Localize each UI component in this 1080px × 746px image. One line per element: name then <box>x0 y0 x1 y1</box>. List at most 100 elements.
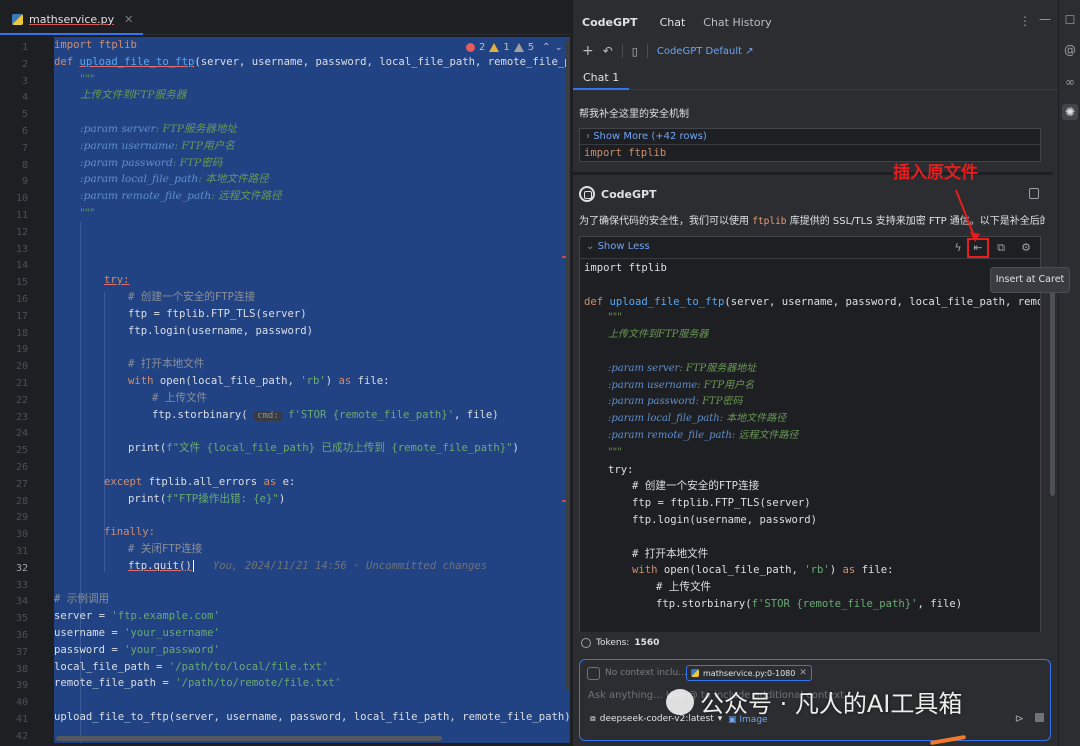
codegpt-tool-icon[interactable]: ✺ <box>1062 104 1078 120</box>
editor-vertical-scrollbar[interactable] <box>566 40 570 690</box>
line-number[interactable]: 1 <box>0 40 28 56</box>
notifications-icon[interactable]: ☐ <box>1062 12 1078 28</box>
line-number[interactable]: 35 <box>0 611 28 627</box>
tab-chat-history[interactable]: Chat History <box>703 16 771 29</box>
code-line: ftp.login(username, password) <box>632 514 817 526</box>
line-number[interactable]: 39 <box>0 678 28 694</box>
line-number[interactable]: 24 <box>0 426 28 442</box>
tab-chat[interactable]: Chat <box>660 16 686 29</box>
copy-message-icon[interactable] <box>1029 188 1039 199</box>
annotation-callout: 插入原文件 <box>893 163 978 183</box>
line-number[interactable]: 17 <box>0 309 28 325</box>
inspection-widget[interactable]: 2 1 5 ⌃ ⌄ <box>466 40 563 54</box>
message-divider <box>573 172 1053 175</box>
settings-gear-icon[interactable]: ⚙ <box>1018 240 1034 256</box>
code-area[interactable]: import ftplib def upload_file_to_ftp(ser… <box>54 37 570 743</box>
line-number[interactable]: 32 <box>0 561 28 577</box>
line-number[interactable]: 36 <box>0 628 28 644</box>
line-number[interactable]: 40 <box>0 695 28 711</box>
editor-tab-mathservice[interactable]: mathservice.py ✕ <box>0 5 144 35</box>
line-number[interactable]: 42 <box>0 729 28 745</box>
line-number[interactable]: 8 <box>0 158 28 174</box>
line-number[interactable]: 4 <box>0 90 28 106</box>
chat-tab-1[interactable]: Chat 1 <box>573 68 630 90</box>
line-number-gutter: 1 2 3 4 5 6 7 8 9 10 11 12 13 14 15 16 17 18 19 20 21 22 23 24 2… <box>0 37 54 746</box>
more-options-icon[interactable]: ⋮ <box>1019 14 1031 28</box>
code-line: password = 'your_password' <box>54 643 220 656</box>
line-number[interactable]: 15 <box>0 275 28 291</box>
tokens-value: 1560 <box>634 638 660 648</box>
line-number[interactable]: 11 <box>0 208 28 224</box>
code-line: finally: <box>104 526 156 539</box>
line-number[interactable]: 2 <box>0 57 28 73</box>
stop-icon[interactable] <box>1035 713 1044 722</box>
show-less-toggle[interactable]: ⌄ Show Less <box>586 241 650 252</box>
line-number[interactable]: 29 <box>0 510 28 526</box>
error-icon <box>466 42 475 52</box>
model-link[interactable]: CodeGPT Default ↗ <box>657 46 754 57</box>
user-prompt-text: 帮我补全这里的安全机制 <box>579 109 689 120</box>
line-number[interactable]: 26 <box>0 460 28 476</box>
context-checkbox[interactable] <box>587 667 600 680</box>
line-number[interactable]: 19 <box>0 342 28 358</box>
line-number[interactable]: 18 <box>0 326 28 342</box>
line-number[interactable]: 37 <box>0 645 28 661</box>
line-number[interactable]: 22 <box>0 393 28 409</box>
line-number[interactable]: 10 <box>0 191 28 207</box>
line-number[interactable]: 9 <box>0 174 28 190</box>
line-number[interactable]: 23 <box>0 410 28 426</box>
split-view-icon[interactable]: ▯ <box>632 45 638 58</box>
line-number[interactable]: 14 <box>0 258 28 274</box>
line-number[interactable]: 34 <box>0 594 28 610</box>
annotation-arrow <box>955 189 980 242</box>
line-number[interactable]: 12 <box>0 225 28 241</box>
chevron-down-icon[interactable]: ⌄ <box>555 42 563 53</box>
python-console-icon[interactable]: ∞ <box>1062 74 1078 90</box>
chevron-down-icon: ⌄ <box>586 241 595 252</box>
line-number[interactable]: 7 <box>0 141 28 157</box>
line-number[interactable]: 30 <box>0 527 28 543</box>
close-icon[interactable]: ✕ <box>124 13 133 26</box>
code-line: def upload_file_to_ftp(server, username,… <box>584 295 1040 308</box>
line-number[interactable]: 41 <box>0 712 28 728</box>
code-line: # 上传文件 <box>656 581 712 594</box>
editor-horizontal-scrollbar[interactable] <box>56 736 442 741</box>
code-block-body[interactable]: import ftplib def upload_file_to_ftp(ser… <box>580 260 1040 632</box>
line-number[interactable]: 13 <box>0 242 28 258</box>
code-line: :param username: FTP用户名 <box>80 139 235 152</box>
ai-assistant-icon[interactable]: @ <box>1062 42 1078 58</box>
line-number[interactable]: 33 <box>0 578 28 594</box>
chat-tab-bar: Chat 1 <box>573 68 1059 90</box>
line-number[interactable]: 16 <box>0 292 28 308</box>
line-number[interactable]: 27 <box>0 477 28 493</box>
line-number[interactable]: 38 <box>0 662 28 678</box>
line-number[interactable]: 21 <box>0 376 28 392</box>
minimize-icon[interactable]: — <box>1039 12 1051 26</box>
panel-vertical-scrollbar[interactable] <box>1050 270 1055 496</box>
editor-tab-bar: mathservice.py ✕ <box>0 5 572 35</box>
line-number[interactable]: 31 <box>0 544 28 560</box>
close-icon[interactable]: ✕ <box>799 668 807 678</box>
right-tool-strip: ☐ @ ∞ ✺ <box>1058 0 1080 746</box>
code-line: print(f"FTP操作出错: {e}") <box>128 492 286 505</box>
chevron-up-icon[interactable]: ⌃ <box>542 42 550 53</box>
send-icon[interactable]: ⊳ <box>1015 712 1024 725</box>
line-number[interactable]: 5 <box>0 107 28 123</box>
copy-code-icon[interactable]: ⧉ <box>993 240 1009 256</box>
new-chat-icon[interactable]: + <box>582 43 594 59</box>
python-file-icon <box>12 13 23 25</box>
watermark-text: 公众号 · 凡人的AI工具箱 <box>700 690 963 718</box>
show-more-toggle[interactable]: › Show More (+42 rows) <box>580 129 1040 145</box>
watermark: 公众号 · 凡人的AI工具箱 <box>666 684 962 719</box>
code-line: 上传文件到FTP服务器 <box>608 329 709 341</box>
context-file-chip[interactable]: mathservice.py:0-1080 ✕ <box>686 665 812 681</box>
undo-icon[interactable]: ↶ <box>603 44 613 58</box>
code-line: with open(local_file_path, 'rb') as file… <box>632 564 894 577</box>
editor-tab-label: mathservice.py <box>29 12 115 26</box>
line-number[interactable]: 28 <box>0 494 28 510</box>
line-number[interactable]: 20 <box>0 359 28 375</box>
line-number[interactable]: 3 <box>0 74 28 90</box>
line-number[interactable]: 25 <box>0 443 28 459</box>
code-line: username = 'your_username' <box>54 627 220 639</box>
line-number[interactable]: 6 <box>0 124 28 140</box>
